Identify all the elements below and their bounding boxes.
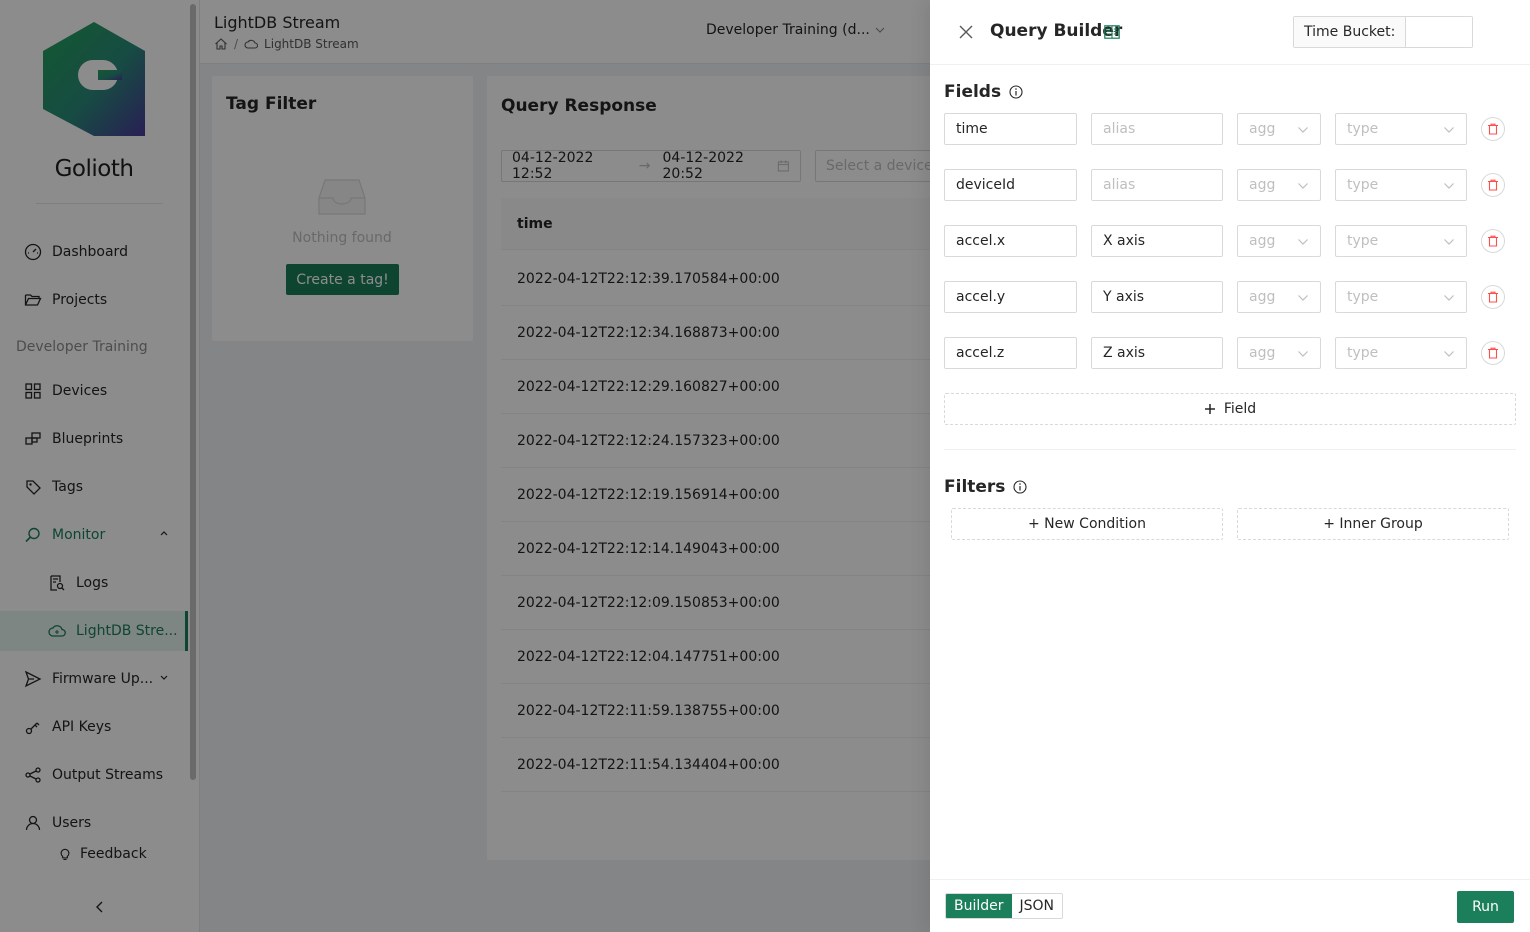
field-name-input[interactable] (944, 337, 1077, 369)
delete-field-button[interactable] (1481, 341, 1505, 365)
chevron-down-icon (1298, 239, 1308, 245)
agg-placeholder: agg (1249, 177, 1276, 193)
chevron-down-icon (1298, 127, 1308, 133)
close-icon[interactable] (958, 24, 974, 40)
mode-switch: Builder JSON (945, 893, 1064, 919)
agg-select[interactable]: agg (1237, 281, 1321, 313)
delete-field-button[interactable] (1481, 117, 1505, 141)
chevron-down-icon (1298, 351, 1308, 357)
delete-icon (1488, 235, 1498, 247)
type-select[interactable]: type (1335, 169, 1467, 201)
type-placeholder: type (1347, 177, 1379, 193)
chevron-down-icon (1444, 239, 1454, 245)
agg-placeholder: agg (1249, 345, 1276, 361)
chevron-down-icon (1298, 295, 1308, 301)
field-row: agg type (944, 281, 1516, 313)
time-bucket-label: Time Bucket: (1294, 17, 1407, 47)
plus-icon (1204, 404, 1215, 414)
filters-title: Filters (944, 477, 1006, 497)
chevron-down-icon (1444, 295, 1454, 301)
read-docs-icon[interactable] (1104, 25, 1120, 39)
field-alias-input[interactable] (1091, 169, 1223, 201)
field-name-input[interactable] (944, 113, 1077, 145)
agg-select[interactable]: agg (1237, 169, 1321, 201)
delete-field-button[interactable] (1481, 229, 1505, 253)
type-placeholder: type (1347, 233, 1379, 249)
new-condition-button[interactable]: + New Condition (951, 508, 1223, 540)
fields-section-title: Fields (944, 82, 1023, 102)
delete-field-button[interactable] (1481, 173, 1505, 197)
agg-select[interactable]: agg (1237, 225, 1321, 257)
type-placeholder: type (1347, 289, 1379, 305)
agg-placeholder: agg (1249, 121, 1276, 137)
drawer-header: Query Builder Time Bucket: (930, 0, 1530, 65)
drawer-mask[interactable] (0, 0, 930, 932)
type-placeholder: type (1347, 345, 1379, 361)
section-divider (944, 449, 1516, 450)
delete-icon (1488, 123, 1498, 135)
field-alias-input[interactable] (1091, 225, 1223, 257)
delete-icon (1488, 347, 1498, 359)
chevron-down-icon (1444, 183, 1454, 189)
drawer-title: Query Builder (990, 21, 1123, 41)
type-select[interactable]: type (1335, 113, 1467, 145)
info-circle-icon[interactable] (1009, 85, 1023, 99)
inner-group-button[interactable]: + Inner Group (1237, 508, 1509, 540)
field-alias-input[interactable] (1091, 281, 1223, 313)
chevron-down-icon (1298, 183, 1308, 189)
add-field-label: Field (1223, 401, 1257, 417)
field-row: agg type (944, 225, 1516, 257)
field-row: agg type (944, 113, 1516, 145)
add-field-button[interactable]: Field (944, 393, 1516, 425)
field-alias-input[interactable] (1091, 113, 1223, 145)
type-select[interactable]: type (1335, 225, 1467, 257)
field-alias-input[interactable] (1091, 337, 1223, 369)
run-button[interactable]: Run (1457, 891, 1514, 923)
drawer-footer: Builder JSON Run (930, 879, 1530, 932)
delete-icon (1488, 291, 1498, 303)
field-row: agg type (944, 169, 1516, 201)
mode-builder-tab[interactable]: Builder (946, 894, 1012, 918)
type-select[interactable]: type (1335, 337, 1467, 369)
chevron-down-icon (1444, 351, 1454, 357)
field-row: agg type (944, 337, 1516, 369)
chevron-down-icon (1444, 127, 1454, 133)
filters-section-title: Filters (944, 477, 1027, 497)
delete-icon (1488, 179, 1498, 191)
field-name-input[interactable] (944, 281, 1077, 313)
field-name-input[interactable] (944, 169, 1077, 201)
agg-select[interactable]: agg (1237, 113, 1321, 145)
time-bucket-input[interactable] (1406, 17, 1473, 47)
query-builder-drawer: Query Builder Time Bucket: Fields agg ty… (930, 0, 1530, 932)
agg-placeholder: agg (1249, 289, 1276, 305)
delete-field-button[interactable] (1481, 285, 1505, 309)
info-circle-icon[interactable] (1013, 480, 1027, 494)
mode-json-tab[interactable]: JSON (1011, 894, 1063, 918)
type-placeholder: type (1347, 121, 1379, 137)
agg-placeholder: agg (1249, 233, 1276, 249)
type-select[interactable]: type (1335, 281, 1467, 313)
field-name-input[interactable] (944, 225, 1077, 257)
time-bucket-group: Time Bucket: (1293, 16, 1474, 48)
fields-title: Fields (944, 82, 1002, 102)
agg-select[interactable]: agg (1237, 337, 1321, 369)
